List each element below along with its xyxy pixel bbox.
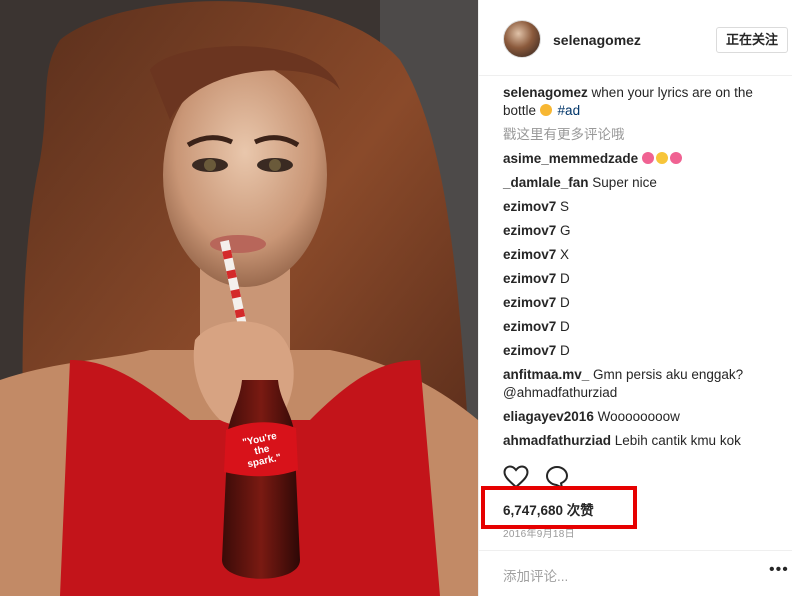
comment-username[interactable]: asime_memmedzade <box>503 151 638 166</box>
comment-item: ezimov7 S <box>503 198 775 216</box>
following-button[interactable]: 正在关注 <box>716 27 788 53</box>
comment-username[interactable]: ezimov7 <box>503 319 556 334</box>
heart-eyes-emoji-icon <box>669 152 682 164</box>
smiling-emoji-icon <box>655 152 668 164</box>
comment-text: D <box>556 295 570 310</box>
post-photo[interactable]: "You're the spark." <box>0 0 478 596</box>
comment-item: ezimov7 G <box>503 222 775 240</box>
comment-item: eliagayev2016 Woooooooow <box>503 408 775 426</box>
comment-item: ezimov7 D <box>503 342 775 360</box>
comment-username[interactable]: eliagayev2016 <box>503 409 594 424</box>
comment-composer: 添加评论... ••• <box>479 550 792 596</box>
avatar[interactable] <box>503 20 541 58</box>
comment-username[interactable]: ezimov7 <box>503 247 556 262</box>
post-author-username[interactable]: selenagomez <box>553 32 641 48</box>
comment-username[interactable]: anfitmaa.mv_ <box>503 367 589 382</box>
heart-eyes-emoji-icon <box>641 152 654 164</box>
caption-username[interactable]: selenagomez <box>503 85 588 100</box>
comment-text: D <box>556 343 570 358</box>
comment-item: ezimov7 D <box>503 294 775 312</box>
comment-text: X <box>556 247 570 262</box>
comment-text: D <box>556 271 570 286</box>
comment-text: Woooooooow <box>593 409 680 424</box>
comment-text: G <box>556 223 571 238</box>
comment-username[interactable]: ezimov7 <box>503 343 556 358</box>
comment-item: anfitmaa.mv_ Gmn persis aku enggak? @ahm… <box>503 366 775 402</box>
comment-username[interactable]: _damlale_fan <box>503 175 589 190</box>
comment-text: D <box>556 319 570 334</box>
more-options-icon[interactable]: ••• <box>769 561 789 579</box>
comment-text: S <box>556 199 570 214</box>
comment-item: asime_memmedzade <box>503 150 775 168</box>
post-header: selenagomez 正在关注 <box>479 0 792 76</box>
comment-text: Lebih cantik kmu kok <box>611 433 741 448</box>
comment-item: ahmadfathurziad Lebih cantik kmu kok <box>503 432 775 450</box>
load-more-comments[interactable]: 戳这里有更多评论哦 <box>503 126 775 144</box>
comment-username[interactable]: ezimov7 <box>503 199 556 214</box>
add-comment-input[interactable]: 添加评论... <box>503 565 568 585</box>
caption: selenagomez when your lyrics are on the … <box>503 84 775 120</box>
comment-username[interactable]: ahmadfathurziad <box>503 433 611 448</box>
comment-item: ezimov7 D <box>503 318 775 336</box>
photo-illustration <box>0 0 478 596</box>
comment-item: _damlale_fan Super nice <box>503 174 775 192</box>
tongue-emoji-icon <box>539 104 552 116</box>
comment-username[interactable]: ezimov7 <box>503 295 556 310</box>
comment-item: ezimov7 X <box>503 246 775 264</box>
comment-text: Super nice <box>588 175 657 190</box>
comment-username[interactable]: ezimov7 <box>503 223 556 238</box>
comment-username[interactable]: ezimov7 <box>503 271 556 286</box>
likes-highlight-box <box>481 486 637 529</box>
comment-item: ezimov7 D <box>503 270 775 288</box>
hashtag-link[interactable]: #ad <box>558 103 581 118</box>
comments-list: selenagomez when your lyrics are on the … <box>503 84 775 456</box>
